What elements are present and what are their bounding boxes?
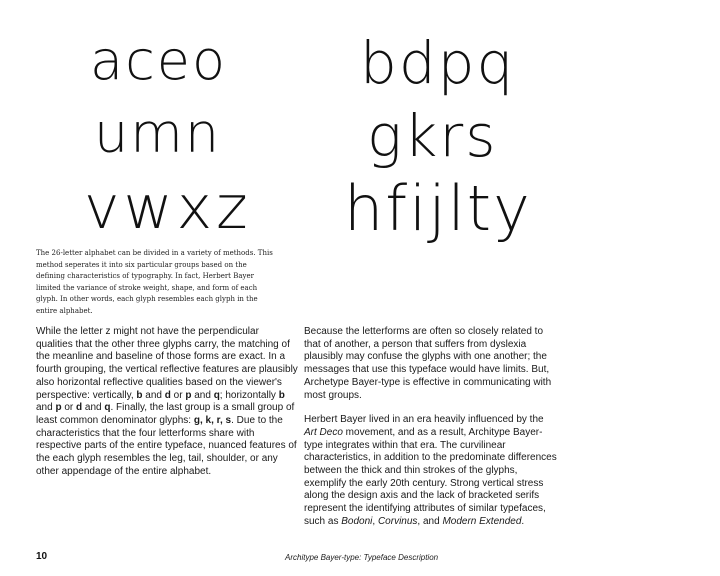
glyph-group-bdpq: bdpq bbox=[360, 29, 516, 97]
body-paragraph: Because the letterforms are often so clo… bbox=[304, 326, 552, 401]
figure-caption: The 26-letter alphabet can be divided in… bbox=[36, 249, 273, 315]
body-paragraph: Herbert Bayer lived in an era heavily in… bbox=[304, 414, 557, 527]
glyph-group-hfijlty: hfijlty bbox=[344, 172, 532, 245]
glyph-group-gkrs: gkrs bbox=[367, 102, 498, 170]
body-paragraph: While the letter z might not have the pe… bbox=[36, 326, 298, 477]
running-footer-title: Architype Bayer-type: Typeface Descripti… bbox=[285, 553, 439, 562]
body-column-right: Because the letterforms are often so clo… bbox=[304, 326, 558, 541]
body-column-left: While the letter z might not have the pe… bbox=[36, 326, 298, 490]
glyph-group-aceo: aceo bbox=[90, 29, 228, 92]
page-number: 10 bbox=[36, 551, 48, 562]
glyph-group-umn: umn bbox=[94, 102, 222, 165]
glyph-group-vwxz: vwxz bbox=[84, 173, 252, 243]
